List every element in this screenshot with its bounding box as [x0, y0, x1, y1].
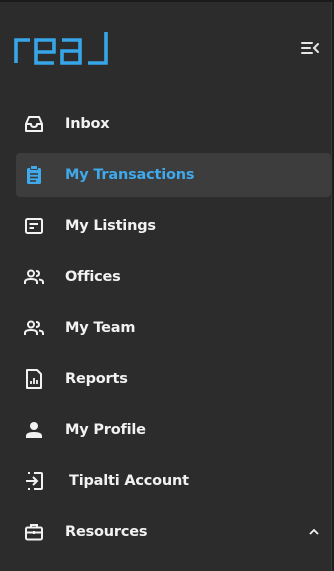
sidebar-item-label: My Profile — [65, 422, 146, 438]
sidebar-item-label: My Team — [65, 320, 136, 336]
inbox-icon — [24, 114, 44, 134]
sidebar-item-inbox[interactable]: Inbox — [16, 102, 331, 146]
sidebar: Inbox My Transactions My Listings Office… — [0, 0, 334, 571]
sidebar-item-offices[interactable]: Offices — [16, 255, 331, 299]
sidebar-item-resources[interactable]: Resources — [16, 510, 331, 554]
sidebar-item-label: My Transactions — [65, 167, 195, 183]
clipboard-icon — [24, 165, 44, 185]
real-logo[interactable] — [14, 30, 114, 66]
sidebar-item-label: Reports — [65, 371, 128, 387]
sidebar-item-my-profile[interactable]: My Profile — [16, 408, 331, 452]
briefcase-icon — [24, 522, 44, 542]
sidebar-item-tipalti-account[interactable]: Tipalti Account — [16, 459, 331, 503]
sidebar-item-label: Tipalti Account — [69, 473, 189, 489]
sidebar-item-reports[interactable]: Reports — [16, 357, 331, 401]
listing-icon — [24, 216, 44, 236]
sidebar-item-label: Resources — [65, 524, 148, 540]
sidebar-nav: Inbox My Transactions My Listings Office… — [0, 102, 334, 561]
sidebar-item-my-transactions[interactable]: My Transactions — [16, 153, 331, 197]
people-icon — [24, 267, 44, 287]
sidebar-item-label: My Listings — [65, 218, 156, 234]
report-icon — [24, 369, 44, 389]
sidebar-item-my-team[interactable]: My Team — [16, 306, 331, 350]
collapse-sidebar-button[interactable] — [298, 37, 322, 59]
sidebar-item-my-listings[interactable]: My Listings — [16, 204, 331, 248]
team-icon — [24, 318, 44, 338]
collapse-menu-icon — [301, 42, 319, 54]
sidebar-item-label: Inbox — [65, 116, 110, 132]
login-icon — [24, 471, 44, 491]
chevron-up-icon[interactable] — [307, 524, 321, 538]
sidebar-item-label: Offices — [65, 269, 121, 285]
person-icon — [24, 420, 44, 440]
